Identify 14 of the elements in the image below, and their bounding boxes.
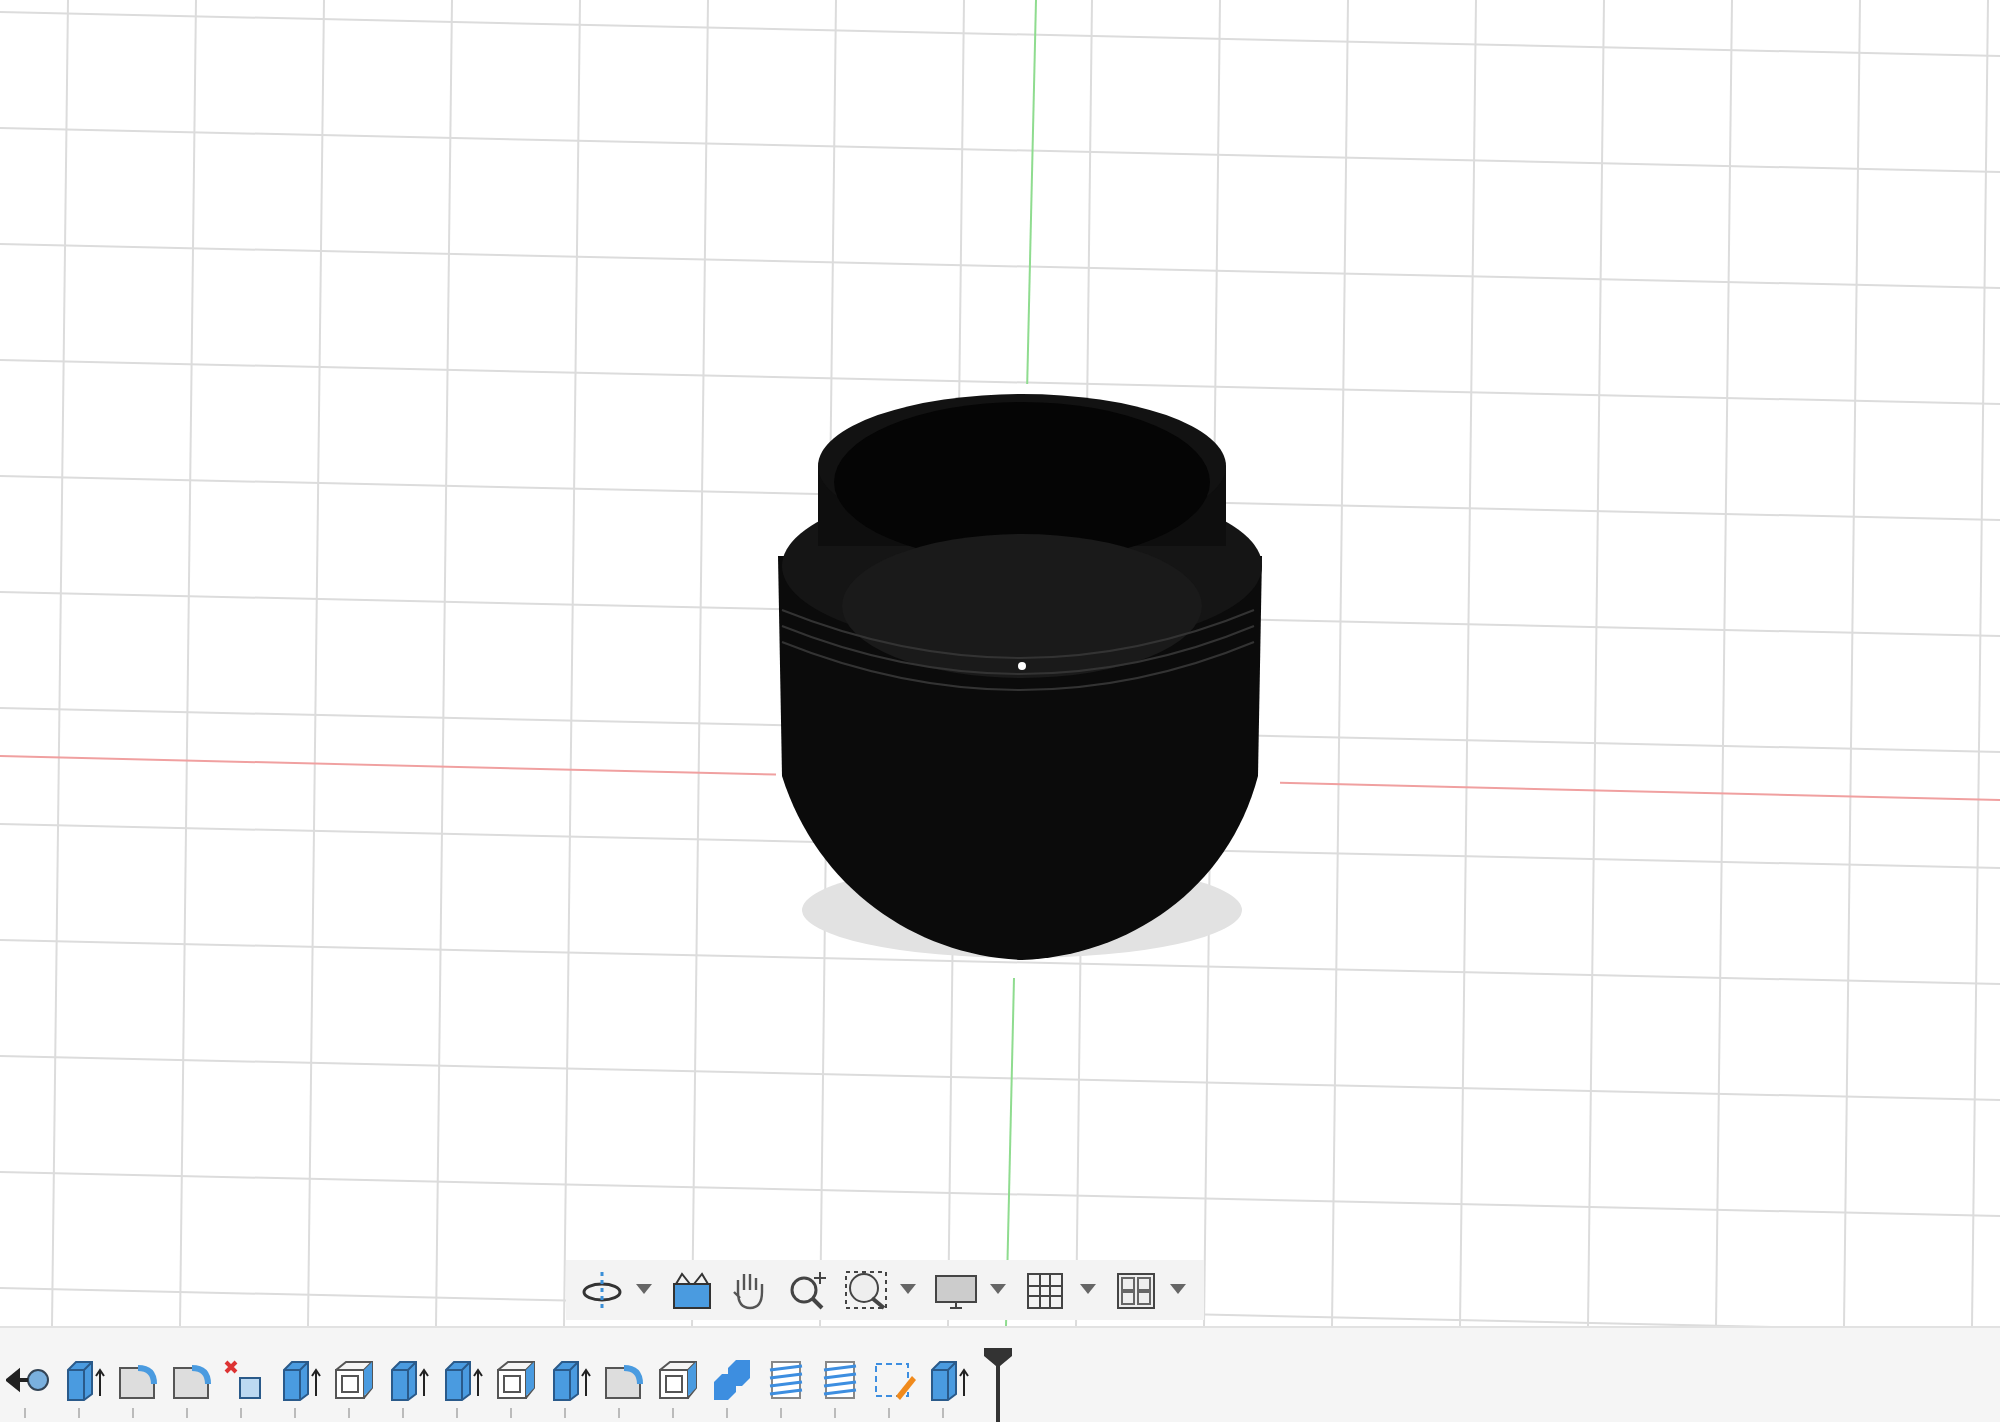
- fit-icon[interactable]: [842, 1268, 890, 1312]
- viewports-icon[interactable]: [1112, 1268, 1160, 1312]
- caret-icon[interactable]: [1170, 1284, 1186, 1296]
- caret-icon[interactable]: [1080, 1284, 1096, 1296]
- shell-icon[interactable]: [492, 1356, 540, 1404]
- combine-icon[interactable]: [708, 1356, 756, 1404]
- orbit-icon[interactable]: [578, 1268, 626, 1312]
- caret-icon[interactable]: [900, 1284, 916, 1296]
- folder-icon[interactable]: [668, 1268, 716, 1312]
- shell-icon[interactable]: [330, 1356, 378, 1404]
- shell-icon[interactable]: [654, 1356, 702, 1404]
- caret-icon[interactable]: [990, 1284, 1006, 1296]
- caret-icon[interactable]: [636, 1284, 652, 1296]
- timeline-marker[interactable]: [982, 1344, 1014, 1422]
